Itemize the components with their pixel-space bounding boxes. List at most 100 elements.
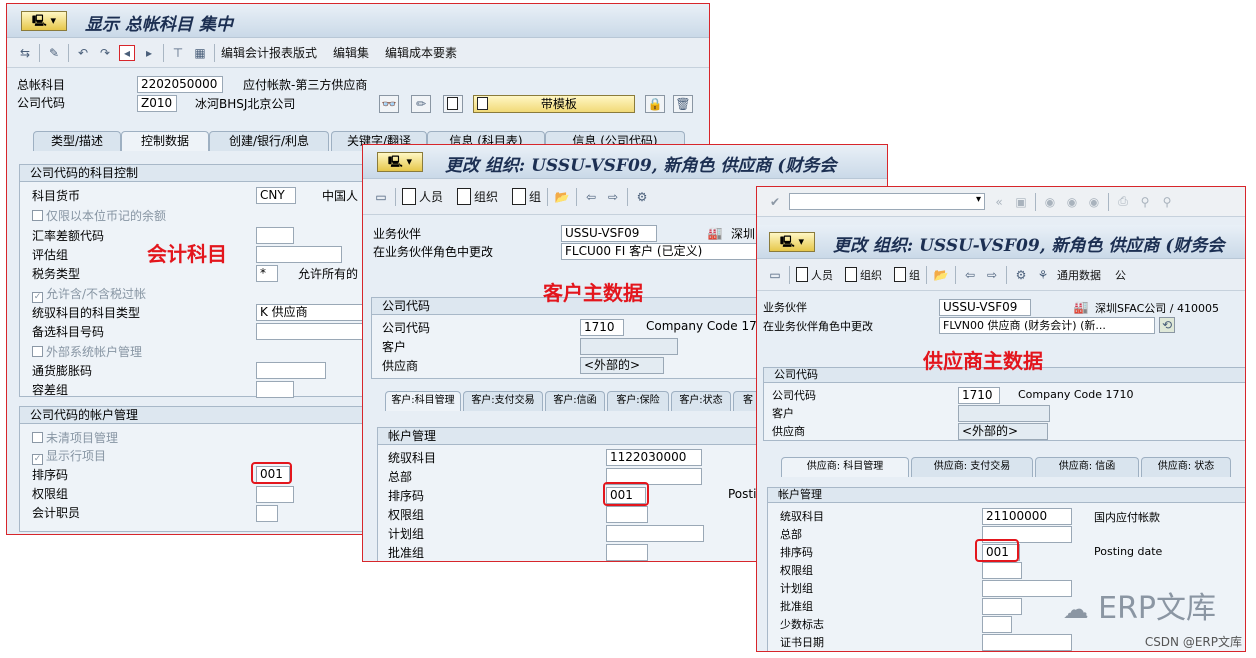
certificate-date-field[interactable]	[982, 634, 1072, 651]
save-icon[interactable]: ▣	[1013, 194, 1029, 210]
command-field[interactable]: ▾	[789, 193, 985, 210]
tolerance-group-field[interactable]	[256, 381, 294, 398]
menu-icon[interactable]: 🖳 ▾	[21, 11, 67, 31]
print-icon[interactable]: ⎙	[1115, 194, 1131, 210]
valuation-group-field[interactable]	[256, 246, 342, 263]
gl-account-field[interactable]: 2202050000	[137, 76, 223, 93]
screen-icon[interactable]: ▭	[373, 189, 389, 205]
vendor-field[interactable]: <外部的>	[958, 423, 1048, 440]
inflation-key-field[interactable]	[256, 362, 326, 379]
change-doc-icon[interactable]: ▦	[192, 45, 208, 61]
edit-icon[interactable]: ✎	[46, 45, 62, 61]
check-icon[interactable]: ✔	[767, 194, 783, 210]
auth-group-field[interactable]	[982, 562, 1022, 579]
tab-type-description[interactable]: 类型/描述	[33, 131, 121, 151]
next-icon[interactable]: ▸	[141, 45, 157, 61]
exit-icon[interactable]: ◉	[1064, 194, 1080, 210]
tax-category-field[interactable]: *	[256, 265, 278, 282]
back-icon[interactable]: «	[991, 194, 1007, 210]
forward-arrow-icon[interactable]: ⇨	[605, 189, 621, 205]
folder-icon[interactable]: 📂	[933, 267, 949, 283]
tab-control-data[interactable]: 控制数据	[121, 131, 209, 151]
customer-field[interactable]	[580, 338, 678, 355]
tab-create-bank-interest[interactable]: 创建/银行/利息	[209, 131, 329, 151]
menu-icon[interactable]: 🖳 ▾	[769, 232, 815, 252]
with-template-button[interactable]: 带模板	[473, 95, 635, 113]
company-code-field[interactable]: 1710	[958, 387, 1000, 404]
person-button[interactable]: 人员	[796, 267, 833, 283]
planning-group-field[interactable]	[606, 525, 704, 542]
relationships-icon[interactable]: ⚙	[1013, 267, 1029, 283]
fx-key-field[interactable]	[256, 227, 294, 244]
redo-icon[interactable]: ↷	[97, 45, 113, 61]
screen-icon[interactable]: ▭	[767, 267, 783, 283]
minority-indicator-field[interactable]	[982, 616, 1012, 633]
local-balance-checkbox[interactable]: 仅限以本位币记的余额	[32, 207, 166, 224]
posting-without-tax-checkbox[interactable]: ✓ 允许含/不含税过帐	[32, 285, 146, 303]
tab-customer-payment[interactable]: 客户:支付交易	[463, 391, 543, 411]
folder-icon[interactable]: 📂	[554, 189, 570, 205]
vendor-field[interactable]: <外部的>	[580, 357, 664, 374]
edit-fs-version-button[interactable]: 编辑会计报表版式	[221, 44, 317, 61]
company-code-button[interactable]: 公	[1115, 267, 1126, 283]
currency-field[interactable]: CNY	[256, 187, 296, 204]
alt-account-field[interactable]	[256, 323, 366, 340]
forward-arrow-icon[interactable]: ⇨	[984, 267, 1000, 283]
tab-vendor-status[interactable]: 供应商: 状态	[1141, 457, 1231, 477]
undo-icon[interactable]: ↶	[75, 45, 91, 61]
back-arrow-icon[interactable]: ⇦	[962, 267, 978, 283]
lock-icon[interactable]: 🔒	[645, 95, 665, 113]
release-group-field[interactable]	[606, 544, 648, 561]
company-code-field[interactable]: Z010	[137, 95, 177, 112]
organization-button[interactable]: 组织	[457, 188, 498, 205]
back-arrow-icon[interactable]: ⇦	[583, 189, 599, 205]
relationships-icon[interactable]: ⚙	[634, 189, 650, 205]
back-nav-icon[interactable]: ◉	[1042, 194, 1058, 210]
customer-field[interactable]	[958, 405, 1050, 422]
tab-customer-insurance[interactable]: 客户:保险	[607, 391, 669, 411]
tab-customer-status[interactable]: 客户:状态	[671, 391, 731, 411]
planning-group-field[interactable]	[982, 580, 1072, 597]
role-dropdown[interactable]: FLVN00 供应商 (财务会计) (新...	[939, 317, 1155, 334]
open-item-checkbox[interactable]: 未清项目管理	[32, 429, 118, 446]
tab-vendor-payment[interactable]: 供应商: 支付交易	[911, 457, 1033, 477]
general-data-button[interactable]: 通用数据	[1057, 267, 1101, 283]
create-icon[interactable]	[443, 95, 463, 113]
group-button[interactable]: 组	[512, 188, 541, 205]
auth-group-label: 权限组	[32, 487, 69, 501]
prev-icon[interactable]: ◂	[119, 44, 135, 61]
line-item-checkbox[interactable]: ✓ 显示行项目	[32, 447, 106, 465]
find-icon[interactable]: ⚲	[1137, 194, 1153, 210]
menu-icon[interactable]: 🖳 ▾	[377, 152, 423, 172]
edit-cost-element-button[interactable]: 编辑成本要素	[385, 44, 457, 61]
tab-customer-correspondence[interactable]: 客户:信函	[545, 391, 605, 411]
bp-field[interactable]: USSU-VSF09	[561, 225, 657, 242]
other-object-icon[interactable]: ⇆	[17, 45, 33, 61]
tab-vendor-correspondence[interactable]: 供应商: 信函	[1035, 457, 1139, 477]
group-button[interactable]: 组	[894, 267, 920, 283]
recon-account-field[interactable]: 1122030000	[606, 449, 702, 466]
role-change-icon[interactable]: ⟲	[1159, 317, 1175, 333]
auth-group-field[interactable]	[256, 486, 294, 503]
tab-vendor-account[interactable]: 供应商: 科目管理	[781, 457, 909, 477]
hierarchy-icon[interactable]: ⚘	[1035, 267, 1051, 283]
auth-group-field[interactable]	[606, 506, 648, 523]
bp-field[interactable]: USSU-VSF09	[939, 299, 1031, 316]
tab-customer-account[interactable]: 客户:科目管理	[385, 391, 461, 411]
recon-account-field[interactable]: 21100000	[982, 508, 1072, 525]
find-next-icon[interactable]: ⚲	[1159, 194, 1175, 210]
cancel-icon[interactable]: ◉	[1086, 194, 1102, 210]
recon-account-field[interactable]: K 供应商	[256, 304, 366, 321]
release-group-field[interactable]	[982, 598, 1022, 615]
edit-set-button[interactable]: 编辑集	[333, 44, 369, 61]
pencil-icon[interactable]: ✏	[411, 95, 431, 113]
where-used-icon[interactable]: ⊤	[170, 45, 186, 61]
role-dropdown[interactable]: FLCU00 FI 客户 (已定义)	[561, 243, 761, 260]
person-button[interactable]: 人员	[402, 188, 443, 205]
glasses-icon[interactable]: 👓	[379, 95, 399, 113]
external-mgmt-checkbox[interactable]: 外部系统帐户管理	[32, 343, 142, 360]
trash-icon[interactable]: 🗑	[673, 95, 693, 113]
clerk-field[interactable]	[256, 505, 278, 522]
company-code-field[interactable]: 1710	[580, 319, 624, 336]
organization-button[interactable]: 组织	[845, 267, 882, 283]
